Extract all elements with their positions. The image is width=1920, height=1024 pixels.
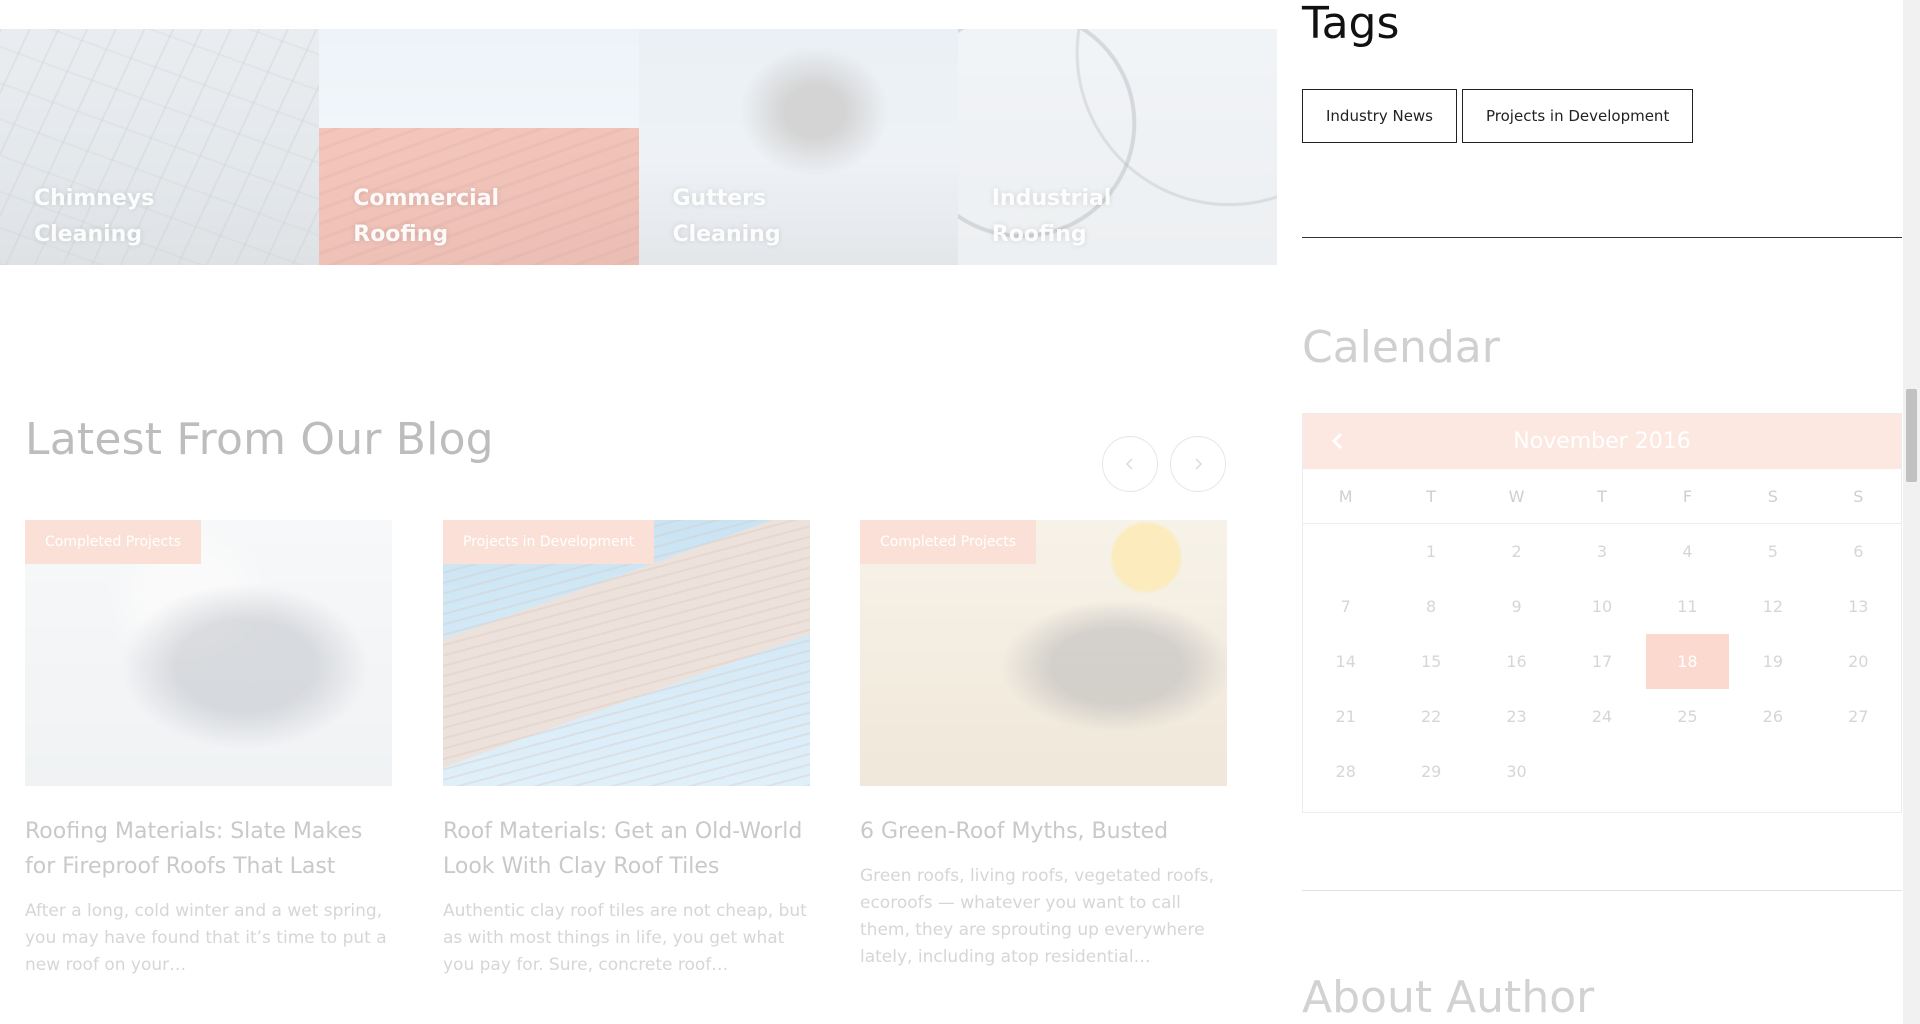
blog-prev-button[interactable]: [1102, 436, 1158, 492]
calendar-day[interactable]: 17: [1559, 634, 1644, 689]
calendar-weekday-row: MTWTFSS: [1303, 469, 1901, 524]
calendar-day[interactable]: 21: [1303, 689, 1388, 744]
calendar-day[interactable]: 8: [1388, 579, 1473, 634]
calendar-prev-month-button[interactable]: [1325, 429, 1349, 453]
calendar-empty-cell: [1303, 524, 1388, 579]
services-strip: Chimneys Cleaning Commercial Roofing Gutte…: [0, 29, 1277, 265]
calendar-weekday: T: [1388, 469, 1474, 524]
calendar-day[interactable]: 12: [1730, 579, 1815, 634]
calendar-day[interactable]: 2: [1474, 524, 1559, 579]
main-content: Chimneys Cleaning Commercial Roofing Gutte…: [0, 0, 1277, 1024]
calendar-weekday: M: [1303, 469, 1389, 524]
chevron-right-icon: [1195, 458, 1202, 470]
service-commercial-roofing[interactable]: Commercial Roofing: [319, 29, 639, 265]
post-category-badge[interactable]: Projects in Development: [443, 520, 655, 564]
calendar: November 2016 MTWTFSS 1 2 3 4 5 6 7 8 9 10 11 12 13 1…: [1302, 413, 1902, 813]
calendar-weekday: F: [1644, 469, 1731, 524]
calendar-day[interactable]: 26: [1730, 689, 1815, 744]
calendar-day[interactable]: 28: [1303, 744, 1388, 799]
service-industrial-roofing[interactable]: Industrial Roofing: [957, 29, 1277, 265]
calendar-day[interactable]: 25: [1645, 689, 1730, 744]
post-category-badge[interactable]: Completed Projects: [860, 520, 1037, 564]
calendar-day[interactable]: 5: [1730, 524, 1815, 579]
calendar-weekday: S: [1730, 469, 1816, 524]
post-excerpt: Authentic clay roof tiles are not cheap,…: [443, 901, 807, 975]
sidebar: Tags Industry News Projects in Developme…: [1302, 0, 1902, 1024]
tags-widget-title: Tags: [1302, 0, 1400, 49]
calendar-day[interactable]: 16: [1474, 634, 1559, 689]
calendar-day[interactable]: 13: [1816, 579, 1901, 634]
post-thumbnail[interactable]: Completed Projects: [25, 520, 392, 786]
blog-post-card: Projects in Development Roof Materials: …: [443, 520, 810, 979]
post-title[interactable]: Roofing Materials: Slate Makes for Firep…: [25, 814, 392, 884]
calendar-day[interactable]: 11: [1645, 579, 1730, 634]
calendar-day[interactable]: 27: [1816, 689, 1901, 744]
calendar-empty-cell: [1816, 744, 1901, 799]
calendar-day[interactable]: 29: [1388, 744, 1473, 799]
blog-next-button[interactable]: [1170, 436, 1226, 492]
post-category-badge[interactable]: Completed Projects: [25, 520, 202, 564]
calendar-month-label: November 2016: [1513, 429, 1691, 454]
service-label: Commercial Roofing: [353, 186, 500, 247]
calendar-day[interactable]: 9: [1474, 579, 1559, 634]
about-author-widget-title: About Author: [1302, 972, 1595, 1023]
post-thumbnail[interactable]: Completed Projects: [860, 520, 1227, 786]
tag-projects-in-development[interactable]: Projects in Development: [1462, 89, 1694, 143]
page-scrollbar[interactable]: [1903, 0, 1920, 1024]
calendar-day[interactable]: 4: [1645, 524, 1730, 579]
widget-divider: [1302, 890, 1902, 891]
blog-post-card: Completed Projects Roofing Materials: Sl…: [25, 520, 392, 979]
calendar-day[interactable]: 14: [1303, 634, 1388, 689]
calendar-empty-cell: [1730, 744, 1815, 799]
calendar-day[interactable]: 15: [1388, 634, 1473, 689]
chevron-left-icon: [1331, 432, 1343, 450]
chevron-left-icon: [1126, 458, 1133, 470]
service-label: Gutters Cleaning: [672, 186, 781, 247]
scrollbar-thumb[interactable]: [1906, 389, 1917, 482]
calendar-weekday: T: [1559, 469, 1645, 524]
calendar-day[interactable]: 23: [1474, 689, 1559, 744]
calendar-day[interactable]: 19: [1730, 634, 1815, 689]
calendar-weekday: W: [1473, 469, 1560, 524]
calendar-day[interactable]: 20: [1816, 634, 1901, 689]
tag-industry-news[interactable]: Industry News: [1302, 89, 1457, 143]
calendar-empty-cell: [1645, 744, 1730, 799]
calendar-empty-cell: [1559, 744, 1644, 799]
calendar-day[interactable]: 6: [1816, 524, 1901, 579]
calendar-weekday: S: [1815, 469, 1901, 524]
post-title[interactable]: Roof Materials: Get an Old-World Look Wi…: [443, 814, 810, 884]
blog-section-title: Latest From Our Blog: [25, 414, 494, 465]
blog-post-card: Completed Projects 6 Green-Roof Myths, B…: [860, 520, 1227, 971]
widget-divider: [1302, 237, 1902, 238]
service-label: Chimneys Cleaning: [34, 186, 155, 247]
post-title[interactable]: 6 Green-Roof Myths, Busted: [860, 814, 1227, 849]
calendar-day[interactable]: 3: [1559, 524, 1644, 579]
calendar-day[interactable]: 10: [1559, 579, 1644, 634]
post-excerpt: Green roofs, living roofs, vegetated roo…: [860, 866, 1215, 967]
calendar-days: 1 2 3 4 5 6 7 8 9 10 11 12 13 14 15 16 17 18 19 20 21 22 23 24 2…: [1303, 524, 1901, 812]
service-chimneys-cleaning[interactable]: Chimneys Cleaning: [0, 29, 320, 265]
calendar-day[interactable]: 24: [1559, 689, 1644, 744]
calendar-day[interactable]: 30: [1474, 744, 1559, 799]
calendar-day[interactable]: 1: [1388, 524, 1473, 579]
calendar-header: November 2016: [1303, 414, 1901, 469]
post-excerpt: After a long, cold winter and a wet spri…: [25, 901, 387, 975]
service-gutters-cleaning[interactable]: Gutters Cleaning: [638, 29, 958, 265]
calendar-day[interactable]: 22: [1388, 689, 1473, 744]
calendar-day[interactable]: 7: [1303, 579, 1388, 634]
service-label: Industrial Roofing: [991, 186, 1112, 247]
calendar-day-today[interactable]: 18: [1645, 634, 1730, 689]
calendar-widget-title: Calendar: [1302, 322, 1500, 373]
post-thumbnail[interactable]: Projects in Development: [443, 520, 810, 786]
